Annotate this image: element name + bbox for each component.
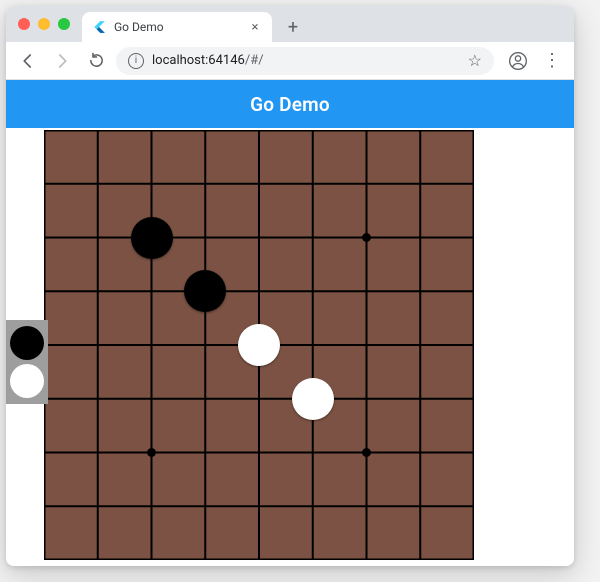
go-board[interactable] [44,130,474,560]
tab-close-button[interactable]: × [248,20,262,34]
picker-black-stone[interactable] [10,326,44,360]
site-info-icon[interactable]: i [128,53,144,69]
window-minimize-button[interactable] [38,18,50,30]
url-input[interactable]: i localhost:64146/#/ ☆ [116,47,494,75]
window-close-button[interactable] [18,18,30,30]
app-title: Go Demo [250,93,330,116]
window-controls [18,18,70,30]
white-stone[interactable] [292,378,334,420]
black-stone[interactable] [184,270,226,312]
toolbar-right: ⋮ [500,47,566,75]
new-tab-button[interactable]: + [280,14,306,40]
forward-button[interactable] [48,47,76,75]
reload-button[interactable] [82,47,110,75]
picker-white-stone[interactable] [10,364,44,398]
tab-bar: Go Demo × + [6,6,574,42]
address-bar: i localhost:64146/#/ ☆ ⋮ [6,42,574,80]
url-text: localhost:64146/#/ [152,53,460,68]
browser-tab[interactable]: Go Demo × [82,12,272,42]
bookmark-star-icon[interactable]: ☆ [468,51,482,70]
window-maximize-button[interactable] [58,18,70,30]
board-area [6,128,574,566]
back-button[interactable] [14,47,42,75]
browser-window: Go Demo × + i localhost:64146/#/ ☆ ⋮ [6,6,574,566]
menu-button[interactable]: ⋮ [538,47,566,75]
app-viewport: Go Demo [6,80,574,566]
stone-picker [6,320,48,404]
app-bar: Go Demo [6,80,574,128]
flutter-favicon-icon [92,20,106,34]
tab-title: Go Demo [114,20,240,34]
white-stone[interactable] [238,324,280,366]
black-stone[interactable] [131,217,173,259]
profile-avatar-icon[interactable] [504,47,532,75]
